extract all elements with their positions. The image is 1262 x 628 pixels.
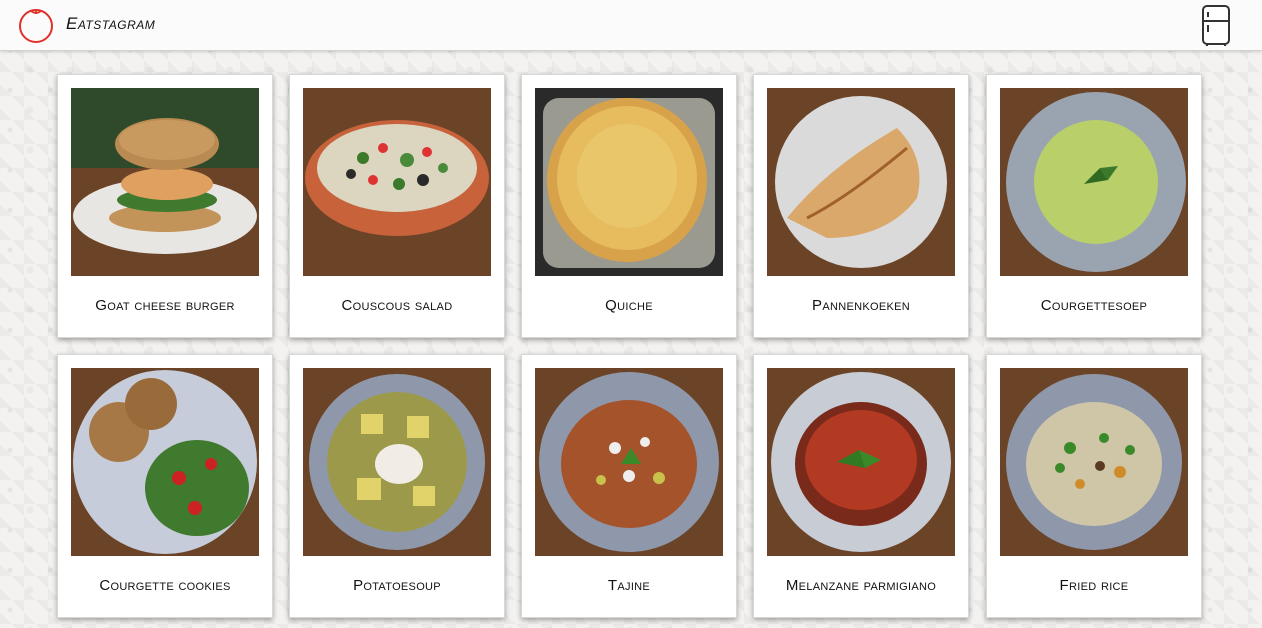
recipe-title[interactable]: Pannenkoeken [754, 297, 968, 314]
potato-soup-photo-icon [303, 368, 491, 556]
recipe-title[interactable]: Courgette cookies [58, 577, 272, 594]
recipe-photo[interactable] [1000, 88, 1188, 276]
top-bar: Eatstagram [0, 0, 1262, 51]
tajine-photo-icon [535, 368, 723, 556]
recipe-title[interactable]: Courgettesoep [987, 297, 1201, 314]
recipe-photo[interactable] [303, 88, 491, 276]
quiche-photo-icon [535, 88, 723, 276]
cookies-photo-icon [71, 368, 259, 556]
recipe-card[interactable]: Couscous salad [289, 74, 505, 338]
recipe-photo[interactable] [71, 88, 259, 276]
recipe-card[interactable]: Fried rice [986, 354, 1202, 618]
pancake-photo-icon [767, 88, 955, 276]
recipe-card[interactable]: Tajine [521, 354, 737, 618]
recipe-title[interactable]: Tajine [522, 577, 736, 594]
fridge-icon[interactable] [1200, 4, 1232, 46]
recipe-title[interactable]: Couscous salad [290, 297, 504, 314]
recipe-title[interactable]: Melanzane parmigiano [754, 577, 968, 594]
recipe-card[interactable]: Potatoesoup [289, 354, 505, 618]
recipe-photo[interactable] [71, 368, 259, 556]
recipe-photo[interactable] [767, 368, 955, 556]
recipe-card[interactable]: Quiche [521, 74, 737, 338]
melanzane-photo-icon [767, 368, 955, 556]
recipe-photo[interactable] [1000, 368, 1188, 556]
app-title[interactable]: Eatstagram [66, 14, 155, 34]
fried-rice-photo-icon [1000, 368, 1188, 556]
recipe-card[interactable]: Courgettesoep [986, 74, 1202, 338]
recipe-card[interactable]: Pannenkoeken [753, 74, 969, 338]
soup-photo-icon [1000, 88, 1188, 276]
recipe-title[interactable]: Fried rice [987, 577, 1201, 594]
recipe-card[interactable]: Melanzane parmigiano [753, 354, 969, 618]
recipe-title[interactable]: Goat cheese burger [58, 297, 272, 314]
salad-photo-icon [303, 88, 491, 276]
recipe-title[interactable]: Potatoesoup [290, 577, 504, 594]
recipe-title[interactable]: Quiche [522, 297, 736, 314]
burger-photo-icon [71, 88, 259, 276]
recipe-photo[interactable] [303, 368, 491, 556]
tomato-logo-icon[interactable] [16, 6, 56, 44]
recipe-photo[interactable] [535, 368, 723, 556]
recipe-card[interactable]: Goat cheese burger [57, 74, 273, 338]
recipe-photo[interactable] [767, 88, 955, 276]
recipe-photo[interactable] [535, 88, 723, 276]
recipe-card[interactable]: Courgette cookies [57, 354, 273, 618]
